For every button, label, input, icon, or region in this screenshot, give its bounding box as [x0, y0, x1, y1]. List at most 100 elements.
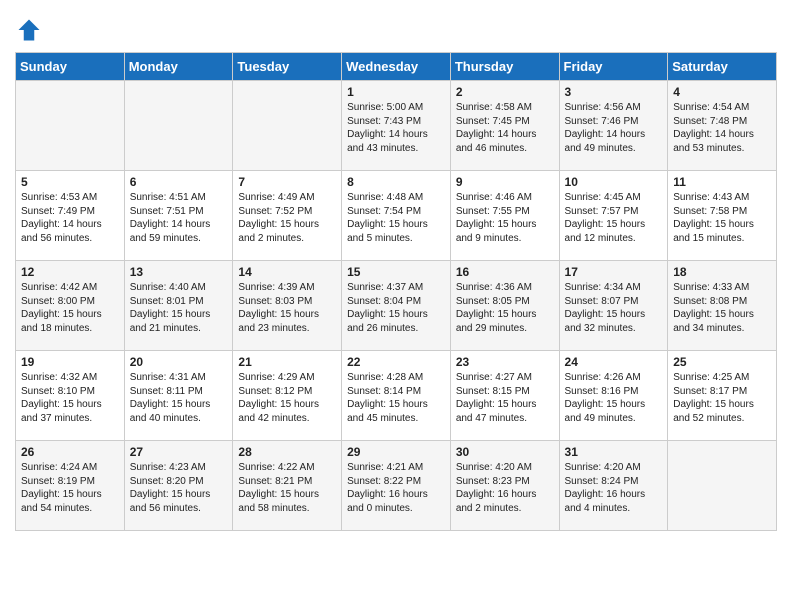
calendar-cell: 8 Sunrise: 4:48 AMSunset: 7:54 PMDaylight…: [342, 171, 451, 261]
day-info: Sunrise: 4:48 AMSunset: 7:54 PMDaylight:…: [347, 191, 445, 245]
calendar-cell: 6Sunrise: 4:51 AMSunset: 7:51 PMDaylight…: [124, 171, 233, 261]
day-info: Sunrise: 4:27 AMSunset: 8:15 PMDaylight:…: [456, 371, 554, 425]
day-info: Sunrise: 4:34 AMSunset: 8:07 PMDaylight:…: [565, 281, 663, 335]
calendar-week-0: 1Sunrise: 5:00 AMSunset: 7:43 PMDaylight…: [16, 81, 777, 171]
day-number: 26: [21, 445, 119, 459]
calendar-cell: 18 Sunrise: 4:33 AMSunset: 8:08 PMDayligh…: [668, 261, 777, 351]
calendar-cell: 26 Sunrise: 4:24 AMSunset: 8:19 PMDayligh…: [16, 441, 125, 531]
day-number: 10: [565, 175, 663, 189]
day-number: 15: [347, 265, 445, 279]
calendar-table: SundayMondayTuesdayWednesdayThursdayFrid…: [15, 52, 777, 531]
day-info: Sunrise: 4:20 AMSunset: 8:23 PMDaylight:…: [456, 461, 554, 515]
day-number: 22: [347, 355, 445, 369]
day-info: Sunrise: 4:24 AMSunset: 8:19 PMDaylight:…: [21, 461, 119, 515]
day-number: 31: [565, 445, 663, 459]
day-info: Sunrise: 4:23 AMSunset: 8:20 PMDaylight:…: [130, 461, 228, 515]
day-number: 16: [456, 265, 554, 279]
day-number: 3: [565, 85, 663, 99]
day-number: 23: [456, 355, 554, 369]
weekday-header-saturday: Saturday: [668, 53, 777, 81]
calendar-week-3: 19 Sunrise: 4:32 AMSunset: 8:10 PMDayligh…: [16, 351, 777, 441]
weekday-header-sunday: Sunday: [16, 53, 125, 81]
calendar-cell: 23 Sunrise: 4:27 AMSunset: 8:15 PMDayligh…: [450, 351, 559, 441]
day-info: Sunrise: 4:56 AMSunset: 7:46 PMDaylight:…: [565, 101, 663, 155]
day-number: 13: [130, 265, 228, 279]
day-number: 7: [238, 175, 336, 189]
logo-icon: [15, 16, 43, 44]
day-info: Sunrise: 5:00 AMSunset: 7:43 PMDaylight:…: [347, 101, 445, 155]
day-number: 9: [456, 175, 554, 189]
calendar-week-4: 26 Sunrise: 4:24 AMSunset: 8:19 PMDayligh…: [16, 441, 777, 531]
calendar-cell: 12 Sunrise: 4:42 AMSunset: 8:00 PMDayligh…: [16, 261, 125, 351]
day-number: 12: [21, 265, 119, 279]
day-info: Sunrise: 4:20 AMSunset: 8:24 PMDaylight:…: [565, 461, 663, 515]
calendar-cell: 7 Sunrise: 4:49 AMSunset: 7:52 PMDaylight…: [233, 171, 342, 261]
day-info: Sunrise: 4:31 AMSunset: 8:11 PMDaylight:…: [130, 371, 228, 425]
calendar-cell: 24Sunrise: 4:26 AMSunset: 8:16 PMDayligh…: [559, 351, 668, 441]
day-info: Sunrise: 4:28 AMSunset: 8:14 PMDaylight:…: [347, 371, 445, 425]
calendar-cell: 28 Sunrise: 4:22 AMSunset: 8:21 PMDayligh…: [233, 441, 342, 531]
day-info: Sunrise: 4:29 AMSunset: 8:12 PMDaylight:…: [238, 371, 336, 425]
day-number: 25: [673, 355, 771, 369]
calendar-cell: 11 Sunrise: 4:43 AMSunset: 7:58 PMDayligh…: [668, 171, 777, 261]
day-info: Sunrise: 4:37 AMSunset: 8:04 PMDaylight:…: [347, 281, 445, 335]
day-number: 21: [238, 355, 336, 369]
weekday-header-thursday: Thursday: [450, 53, 559, 81]
calendar-cell: [668, 441, 777, 531]
day-info: Sunrise: 4:33 AMSunset: 8:08 PMDaylight:…: [673, 281, 771, 335]
weekday-header-wednesday: Wednesday: [342, 53, 451, 81]
day-info: Sunrise: 4:39 AMSunset: 8:03 PMDaylight:…: [238, 281, 336, 335]
calendar-cell: [233, 81, 342, 171]
day-number: 18: [673, 265, 771, 279]
day-number: 5: [21, 175, 119, 189]
day-info: Sunrise: 4:25 AMSunset: 8:17 PMDaylight:…: [673, 371, 771, 425]
day-number: 20: [130, 355, 228, 369]
day-info: Sunrise: 4:53 AMSunset: 7:49 PMDaylight:…: [21, 191, 119, 245]
day-number: 8: [347, 175, 445, 189]
calendar-cell: 1Sunrise: 5:00 AMSunset: 7:43 PMDaylight…: [342, 81, 451, 171]
calendar-cell: 29Sunrise: 4:21 AMSunset: 8:22 PMDayligh…: [342, 441, 451, 531]
calendar-cell: 22 Sunrise: 4:28 AMSunset: 8:14 PMDayligh…: [342, 351, 451, 441]
calendar-cell: [16, 81, 125, 171]
day-number: 11: [673, 175, 771, 189]
day-info: Sunrise: 4:46 AMSunset: 7:55 PMDaylight:…: [456, 191, 554, 245]
day-number: 17: [565, 265, 663, 279]
calendar-cell: 19 Sunrise: 4:32 AMSunset: 8:10 PMDayligh…: [16, 351, 125, 441]
calendar-cell: 16 Sunrise: 4:36 AMSunset: 8:05 PMDayligh…: [450, 261, 559, 351]
calendar-cell: 21 Sunrise: 4:29 AMSunset: 8:12 PMDayligh…: [233, 351, 342, 441]
day-number: 29: [347, 445, 445, 459]
day-info: Sunrise: 4:43 AMSunset: 7:58 PMDaylight:…: [673, 191, 771, 245]
calendar-cell: 3 Sunrise: 4:56 AMSunset: 7:46 PMDaylight…: [559, 81, 668, 171]
day-info: Sunrise: 4:40 AMSunset: 8:01 PMDaylight:…: [130, 281, 228, 335]
calendar-cell: 27Sunrise: 4:23 AMSunset: 8:20 PMDayligh…: [124, 441, 233, 531]
day-number: 24: [565, 355, 663, 369]
calendar-cell: [124, 81, 233, 171]
day-number: 6: [130, 175, 228, 189]
calendar-cell: 25 Sunrise: 4:25 AMSunset: 8:17 PMDayligh…: [668, 351, 777, 441]
calendar-cell: 10 Sunrise: 4:45 AMSunset: 7:57 PMDayligh…: [559, 171, 668, 261]
day-info: Sunrise: 4:45 AMSunset: 7:57 PMDaylight:…: [565, 191, 663, 245]
weekday-header-row: SundayMondayTuesdayWednesdayThursdayFrid…: [16, 53, 777, 81]
day-number: 14: [238, 265, 336, 279]
day-info: Sunrise: 4:36 AMSunset: 8:05 PMDaylight:…: [456, 281, 554, 335]
logo: [15, 16, 45, 44]
day-number: 4: [673, 85, 771, 99]
day-number: 28: [238, 445, 336, 459]
calendar-cell: 14 Sunrise: 4:39 AMSunset: 8:03 PMDayligh…: [233, 261, 342, 351]
day-number: 19: [21, 355, 119, 369]
calendar-cell: 4Sunrise: 4:54 AMSunset: 7:48 PMDaylight…: [668, 81, 777, 171]
calendar-cell: 31 Sunrise: 4:20 AMSunset: 8:24 PMDayligh…: [559, 441, 668, 531]
day-number: 30: [456, 445, 554, 459]
calendar-cell: 30 Sunrise: 4:20 AMSunset: 8:23 PMDayligh…: [450, 441, 559, 531]
calendar-cell: 2Sunrise: 4:58 AMSunset: 7:45 PMDaylight…: [450, 81, 559, 171]
day-info: Sunrise: 4:49 AMSunset: 7:52 PMDaylight:…: [238, 191, 336, 245]
day-info: Sunrise: 4:32 AMSunset: 8:10 PMDaylight:…: [21, 371, 119, 425]
calendar-cell: 15 Sunrise: 4:37 AMSunset: 8:04 PMDayligh…: [342, 261, 451, 351]
calendar-cell: 9 Sunrise: 4:46 AMSunset: 7:55 PMDaylight…: [450, 171, 559, 261]
day-info: Sunrise: 4:22 AMSunset: 8:21 PMDaylight:…: [238, 461, 336, 515]
calendar-week-1: 5 Sunrise: 4:53 AMSunset: 7:49 PMDaylight…: [16, 171, 777, 261]
day-info: Sunrise: 4:42 AMSunset: 8:00 PMDaylight:…: [21, 281, 119, 335]
calendar-cell: 13 Sunrise: 4:40 AMSunset: 8:01 PMDayligh…: [124, 261, 233, 351]
weekday-header-monday: Monday: [124, 53, 233, 81]
calendar-cell: 5 Sunrise: 4:53 AMSunset: 7:49 PMDaylight…: [16, 171, 125, 261]
